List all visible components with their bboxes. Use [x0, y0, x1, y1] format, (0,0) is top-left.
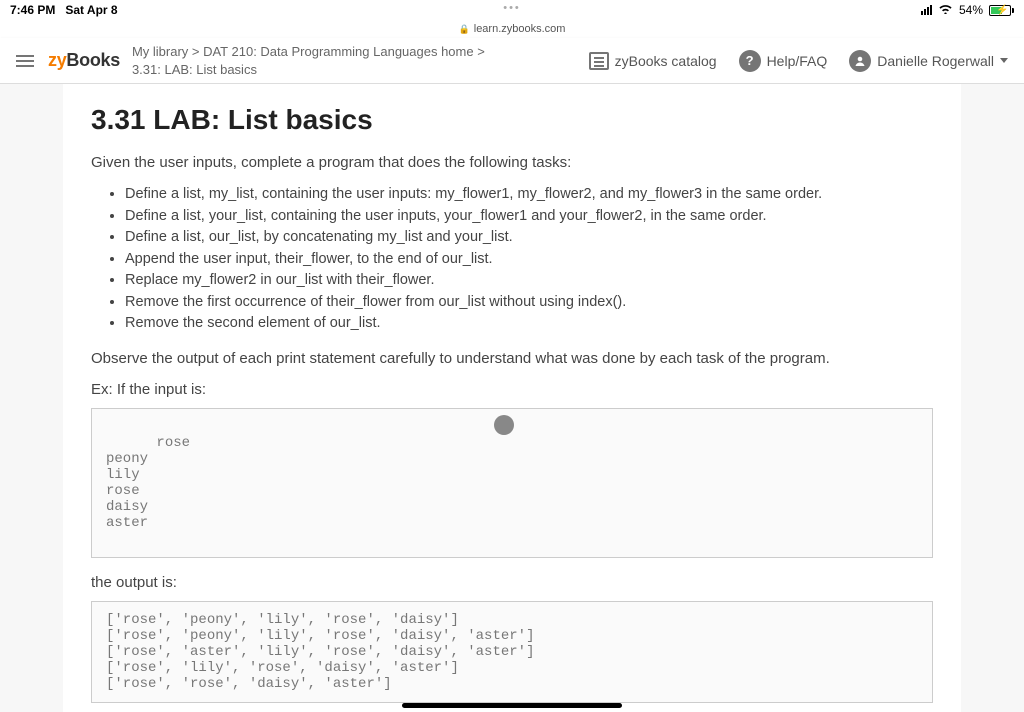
- list-item: Define a list, our_list, by concatenatin…: [125, 228, 933, 248]
- list-item: Append the user input, their_flower, to …: [125, 250, 933, 270]
- output-code-block: ['rose', 'peony', 'lily', 'rose', 'daisy…: [91, 601, 933, 703]
- home-indicator[interactable]: [402, 703, 622, 708]
- observe-text: Observe the output of each print stateme…: [91, 350, 933, 367]
- task-list: Define a list, my_list, containing the u…: [91, 185, 933, 334]
- intro-text: Given the user inputs, complete a progra…: [91, 154, 933, 171]
- list-item: Remove the second element of our_list.: [125, 314, 933, 334]
- status-date: Sat Apr 8: [65, 3, 117, 17]
- zybooks-logo[interactable]: zyBooks: [48, 50, 120, 71]
- browser-dots-icon: •••: [503, 2, 521, 14]
- lab-sheet: 3.31 LAB: List basics Given the user inp…: [63, 84, 961, 712]
- page-title: 3.31 LAB: List basics: [91, 104, 933, 136]
- chevron-down-icon: [1000, 58, 1008, 63]
- app-header: zyBooks My library > DAT 210: Data Progr…: [0, 38, 1024, 84]
- browser-url-bar[interactable]: ••• 🔒 learn.zybooks.com: [0, 20, 1024, 38]
- user-icon: [849, 50, 871, 72]
- breadcrumb-path: My library > DAT 210: Data Programming L…: [132, 43, 589, 61]
- list-item: Replace my_flower2 in our_list with thei…: [125, 271, 933, 291]
- input-code-block: rose peony lily rose daisy aster: [91, 408, 933, 558]
- example-output-label: the output is:: [91, 574, 933, 591]
- help-link[interactable]: ? Help/FAQ: [739, 50, 828, 72]
- example-input-label: Ex: If the input is:: [91, 381, 933, 398]
- battery-percent: 54%: [959, 3, 983, 17]
- list-item: Define a list, your_list, containing the…: [125, 207, 933, 227]
- url-text: learn.zybooks.com: [474, 23, 566, 35]
- book-icon: [589, 52, 609, 70]
- signal-bars-icon: [921, 5, 932, 15]
- list-item: Remove the first occurrence of their_flo…: [125, 293, 933, 313]
- catalog-link[interactable]: zyBooks catalog: [589, 52, 717, 70]
- battery-icon: ⚡: [989, 5, 1014, 16]
- status-time: 7:46 PM: [10, 3, 55, 17]
- content-area: 3.31 LAB: List basics Given the user inp…: [0, 84, 1024, 712]
- user-menu[interactable]: Danielle Rogerwall: [849, 50, 1008, 72]
- wifi-icon: [938, 3, 953, 17]
- list-item: Define a list, my_list, containing the u…: [125, 185, 933, 205]
- lock-icon: 🔒: [459, 24, 470, 35]
- help-icon: ?: [739, 50, 761, 72]
- breadcrumb[interactable]: My library > DAT 210: Data Programming L…: [132, 43, 589, 78]
- breadcrumb-current: 3.31: LAB: List basics: [132, 61, 589, 79]
- cursor-indicator-icon: [494, 415, 514, 435]
- menu-button[interactable]: [16, 55, 34, 67]
